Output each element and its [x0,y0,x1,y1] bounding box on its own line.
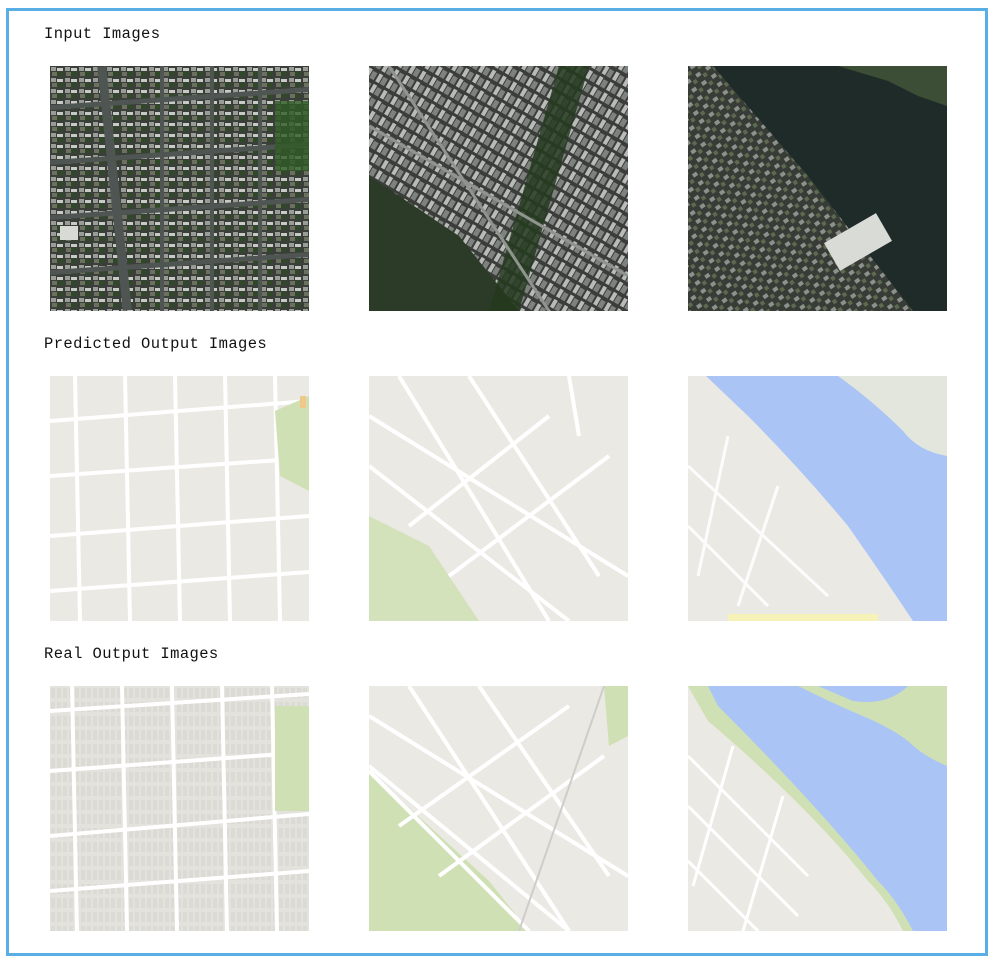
real-image-3 [688,686,947,931]
input-image-2 [369,66,628,311]
input-images-title: Input Images [44,25,161,43]
real-image-2 [369,686,628,931]
input-image-1 [50,66,309,311]
input-image-3 [688,66,947,311]
predicted-images-title: Predicted Output Images [44,335,268,353]
predicted-image-3 [688,376,947,621]
predicted-image-1 [50,376,309,621]
figure-frame: Input Images Predicted Output Images Rea… [6,8,988,956]
real-images-title: Real Output Images [44,645,219,663]
predicted-image-2 [369,376,628,621]
real-image-1 [50,686,309,931]
